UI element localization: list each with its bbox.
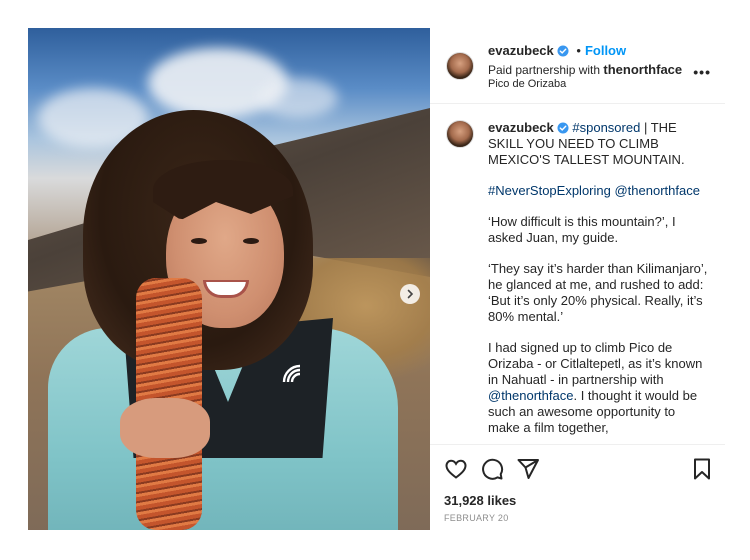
caption-paragraph-3-start: I had signed up to climb Pico de Orizaba… [488,340,703,387]
photo-eye-right [243,238,259,244]
verified-badge-icon [557,122,569,134]
header-dot: • [576,43,581,58]
partner-link[interactable]: thenorthface [603,62,682,77]
mention-link[interactable]: @thenorthface [614,183,699,198]
bookmark-icon [694,458,710,480]
caption-text: evazubeck #sponsored | THE SKILL YOU NEE… [488,120,710,444]
comment-button[interactable] [480,457,504,486]
share-button[interactable] [516,457,540,486]
photo-hand [120,398,210,458]
more-options-button[interactable]: ••• [693,64,711,80]
location-link[interactable]: Pico de Orizaba [488,78,566,90]
instagram-post: evazubeck • Follow Paid partnership with … [28,28,725,530]
like-button[interactable] [444,457,468,486]
like-count[interactable]: 31,928 likes [444,493,516,508]
post-side-panel: evazubeck • Follow Paid partnership with … [430,28,725,530]
north-face-logo-icon [282,364,301,383]
save-button[interactable] [690,457,714,486]
post-date[interactable]: FEBRUARY 20 [444,513,509,523]
heart-icon [445,459,467,479]
comment-icon [482,458,504,480]
caption-username[interactable]: evazubeck [488,120,554,135]
partnership-line: Paid partnership with thenorthface [488,62,682,77]
partnership-prefix: Paid partnership with [488,63,601,77]
mention-link-2[interactable]: @thenorthface [488,388,573,403]
sponsored-hashtag[interactable]: #sponsored [572,120,640,135]
header-user-row: evazubeck • Follow [488,43,626,58]
verified-badge-icon [557,45,569,57]
action-icons [444,457,714,483]
photo-cloud [258,78,338,118]
caption-area: evazubeck #sponsored | THE SKILL YOU NEE… [430,104,725,444]
send-icon [517,459,539,479]
caption-paragraph-1: ‘How difficult is this mountain?’, I ask… [488,214,676,245]
actions-bar: 31,928 likes FEBRUARY 20 [430,444,725,530]
carousel-next-button[interactable] [400,284,420,304]
caption-paragraph-2: ‘They say it’s harder than Kilimanjaro’,… [488,261,708,324]
follow-button[interactable]: Follow [585,43,626,58]
post-photo[interactable] [28,28,430,530]
header-username[interactable]: evazubeck [488,43,554,58]
chevron-right-icon [407,289,414,299]
post-header: evazubeck • Follow Paid partnership with … [430,28,725,104]
caption-avatar[interactable] [446,120,474,148]
hashtag-link[interactable]: #NeverStopExploring [488,183,611,198]
north-face-logo [246,364,302,394]
photo-eye-left [191,238,207,244]
avatar[interactable] [446,52,474,80]
